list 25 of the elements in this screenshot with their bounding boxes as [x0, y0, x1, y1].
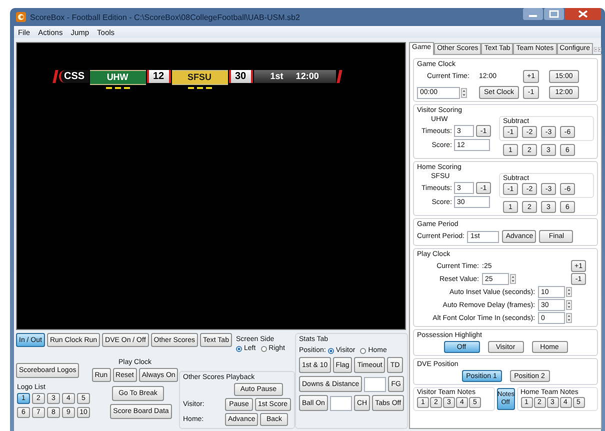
- radio-button[interactable]: [328, 348, 334, 354]
- period-clock: 1st 12:00: [254, 70, 336, 83]
- radio-button[interactable]: [360, 348, 366, 354]
- spinner-icon[interactable]: [566, 313, 572, 323]
- bracket-mark: [336, 70, 342, 83]
- team-name: SFSU: [172, 70, 228, 85]
- radio-button[interactable]: [260, 346, 267, 352]
- spinner-icon[interactable]: [566, 300, 572, 310]
- minimize-icon[interactable]: [523, 8, 543, 20]
- spinner-icon[interactable]: [510, 274, 516, 284]
- team-score: 30: [228, 70, 253, 83]
- app-icon: [16, 12, 26, 22]
- close-icon[interactable]: [565, 8, 601, 20]
- scroll-right-icon[interactable]: [598, 45, 602, 54]
- team-score: 12: [146, 70, 171, 83]
- team-name: UHW: [90, 70, 146, 85]
- spinner-icon[interactable]: [461, 88, 467, 98]
- maximize-icon[interactable]: [544, 8, 564, 20]
- window-title: ScoreBox - Football Edition - C:\ScoreBox\08CollegeFootball\UAB-USM.sb2: [30, 12, 300, 22]
- logo: CSS: [59, 70, 89, 83]
- input-field[interactable]: [330, 396, 352, 410]
- radio-button[interactable]: [236, 346, 242, 352]
- bracket-mark: [52, 70, 58, 83]
- input-field[interactable]: [364, 376, 386, 392]
- spinner-icon[interactable]: [566, 287, 572, 297]
